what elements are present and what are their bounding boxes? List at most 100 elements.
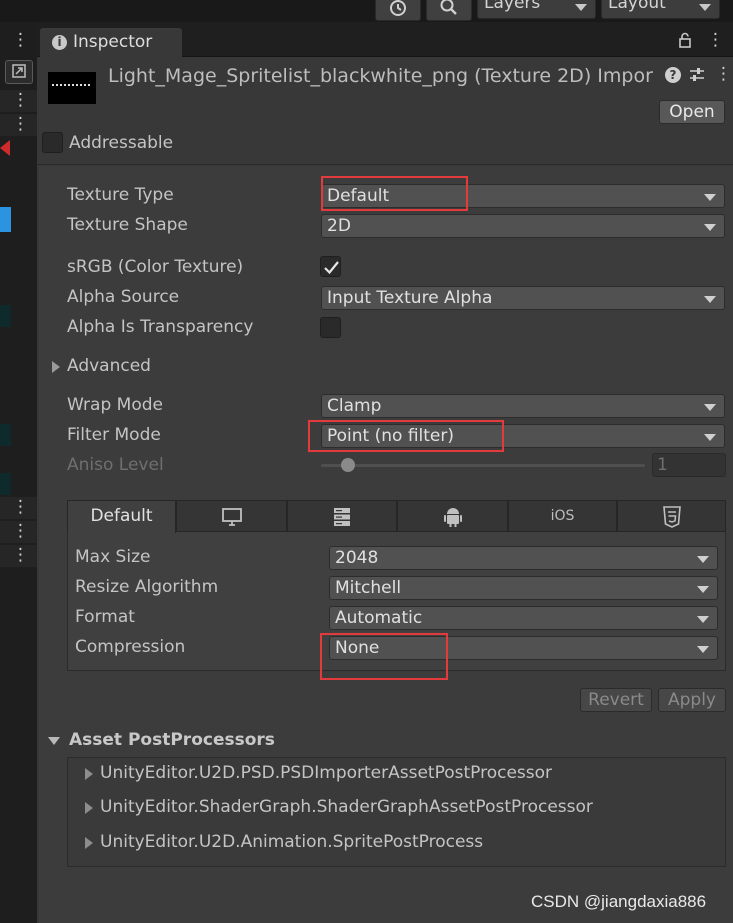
more-menu-icon[interactable]: ⋮	[12, 116, 29, 133]
info-icon: i	[52, 35, 67, 50]
resize-algorithm-value: Mitchell	[335, 578, 402, 598]
postprocessor-item[interactable]: UnityEditor.U2D.Animation.SpritePostProc…	[100, 832, 483, 852]
platform-tab-webgl[interactable]	[617, 500, 726, 532]
highlight-box	[308, 420, 504, 452]
texture-preview	[48, 72, 96, 104]
maximize-icon	[12, 64, 26, 78]
alpha-source-value: Input Texture Alpha	[327, 288, 493, 308]
wrap-mode-label: Wrap Mode	[67, 395, 163, 415]
chevron-down-icon	[704, 404, 716, 411]
expand-arrow-icon[interactable]	[52, 361, 60, 373]
advanced-foldout[interactable]: Advanced	[67, 356, 151, 376]
texture-shape-dropdown[interactable]: 2D	[321, 214, 725, 238]
postprocessor-item[interactable]: UnityEditor.U2D.PSD.PSDImporterAssetPost…	[100, 763, 552, 783]
alpha-transparency-label: Alpha Is Transparency	[67, 317, 254, 337]
object-marker	[0, 305, 11, 327]
alpha-source-dropdown[interactable]: Input Texture Alpha	[321, 286, 725, 310]
apply-button[interactable]: Apply	[658, 688, 726, 712]
resize-algorithm-dropdown[interactable]: Mitchell	[329, 576, 718, 600]
revert-button[interactable]: Revert	[580, 688, 652, 712]
layers-dropdown[interactable]: Layers	[477, 0, 596, 19]
aniso-level-label: Aniso Level	[67, 455, 164, 475]
expand-arrow-icon[interactable]	[85, 802, 93, 814]
expand-arrow-icon[interactable]	[85, 837, 93, 849]
postprocessors-title[interactable]: Asset PostProcessors	[69, 730, 275, 750]
more-menu-icon[interactable]: ⋮	[12, 523, 29, 540]
platform-tab-default[interactable]: Default	[67, 500, 176, 533]
format-dropdown[interactable]: Automatic	[329, 606, 718, 630]
checkmark-icon	[324, 261, 339, 275]
wrap-mode-value: Clamp	[327, 396, 382, 416]
highlight-box	[321, 176, 468, 211]
chevron-down-icon	[704, 296, 716, 303]
history-button[interactable]	[375, 0, 421, 21]
object-marker	[0, 473, 11, 495]
selection-marker	[0, 207, 11, 232]
object-marker	[0, 424, 11, 446]
error-icon	[0, 140, 10, 156]
maximize-button[interactable]	[5, 60, 33, 84]
compression-label: Compression	[75, 637, 186, 657]
format-label: Format	[75, 607, 135, 627]
max-size-dropdown[interactable]: 2048	[329, 546, 718, 570]
chevron-down-icon	[699, 4, 711, 11]
layout-dropdown[interactable]: Layout	[601, 0, 720, 19]
platform-tab-standalone[interactable]	[176, 500, 287, 532]
search-icon	[440, 0, 457, 15]
layers-label: Layers	[484, 0, 541, 13]
chevron-down-icon	[575, 4, 587, 11]
texture-shape-value: 2D	[327, 216, 351, 236]
more-menu-icon[interactable]: ⋮	[12, 547, 29, 564]
aniso-slider-track[interactable]	[321, 464, 645, 467]
layout-label: Layout	[608, 0, 666, 13]
more-menu-icon[interactable]: ⋮	[12, 92, 29, 109]
tab-menu-icon[interactable]: ⋮	[707, 32, 724, 49]
chevron-down-icon	[697, 646, 709, 653]
platform-tab-android[interactable]	[397, 500, 508, 532]
help-icon[interactable]: ?	[665, 67, 681, 83]
wrap-mode-dropdown[interactable]: Clamp	[321, 394, 725, 418]
divider	[37, 164, 733, 165]
postprocessor-item[interactable]: UnityEditor.ShaderGraph.ShaderGraphAsset…	[100, 797, 593, 817]
srgb-checkbox[interactable]	[320, 256, 341, 277]
tab-inspector[interactable]: i Inspector	[40, 28, 182, 57]
alpha-transparency-checkbox[interactable]	[320, 317, 341, 338]
texture-type-label: Texture Type	[67, 185, 174, 205]
more-menu-icon[interactable]: ⋮	[12, 32, 29, 49]
highlight-box	[320, 633, 448, 680]
asset-title: Light_Mage_Spritelist_blackwhite_png (Te…	[108, 65, 653, 87]
chevron-down-icon	[697, 586, 709, 593]
expand-arrow-icon[interactable]	[85, 768, 93, 780]
max-size-label: Max Size	[75, 547, 151, 567]
platform-tab-label: Default	[90, 506, 153, 526]
settings-sliders-icon[interactable]	[688, 66, 706, 84]
addressable-label: Addressable	[69, 133, 174, 153]
server-icon	[334, 508, 350, 526]
platform-tab-server[interactable]	[287, 500, 397, 532]
history-icon	[390, 0, 406, 16]
aniso-slider-handle[interactable]	[341, 458, 355, 472]
chevron-down-icon	[697, 616, 709, 623]
lock-icon[interactable]	[677, 32, 693, 48]
platform-tab-ios[interactable]: iOS	[508, 500, 617, 532]
html5-icon	[662, 506, 681, 528]
platform-tab-label: iOS	[550, 508, 575, 524]
preview-pixels	[52, 84, 92, 86]
alpha-source-label: Alpha Source	[67, 287, 180, 307]
tab-title: Inspector	[73, 32, 153, 52]
watermark: CSDN @jiangdaxia886	[531, 892, 707, 911]
chevron-down-icon	[704, 194, 716, 201]
format-value: Automatic	[335, 608, 423, 628]
search-button[interactable]	[426, 0, 472, 21]
chevron-down-icon	[704, 434, 716, 441]
chevron-down-icon	[704, 224, 716, 231]
aniso-level-field[interactable]: 1	[652, 453, 726, 477]
resize-algorithm-label: Resize Algorithm	[75, 577, 219, 597]
collapse-arrow-icon[interactable]	[48, 737, 60, 745]
chevron-down-icon	[697, 556, 709, 563]
texture-shape-label: Texture Shape	[67, 215, 188, 235]
header-menu-icon[interactable]: ⋮	[715, 66, 732, 83]
open-button[interactable]: Open	[659, 100, 725, 124]
more-menu-icon[interactable]: ⋮	[12, 499, 29, 516]
addressable-checkbox[interactable]	[42, 132, 63, 153]
